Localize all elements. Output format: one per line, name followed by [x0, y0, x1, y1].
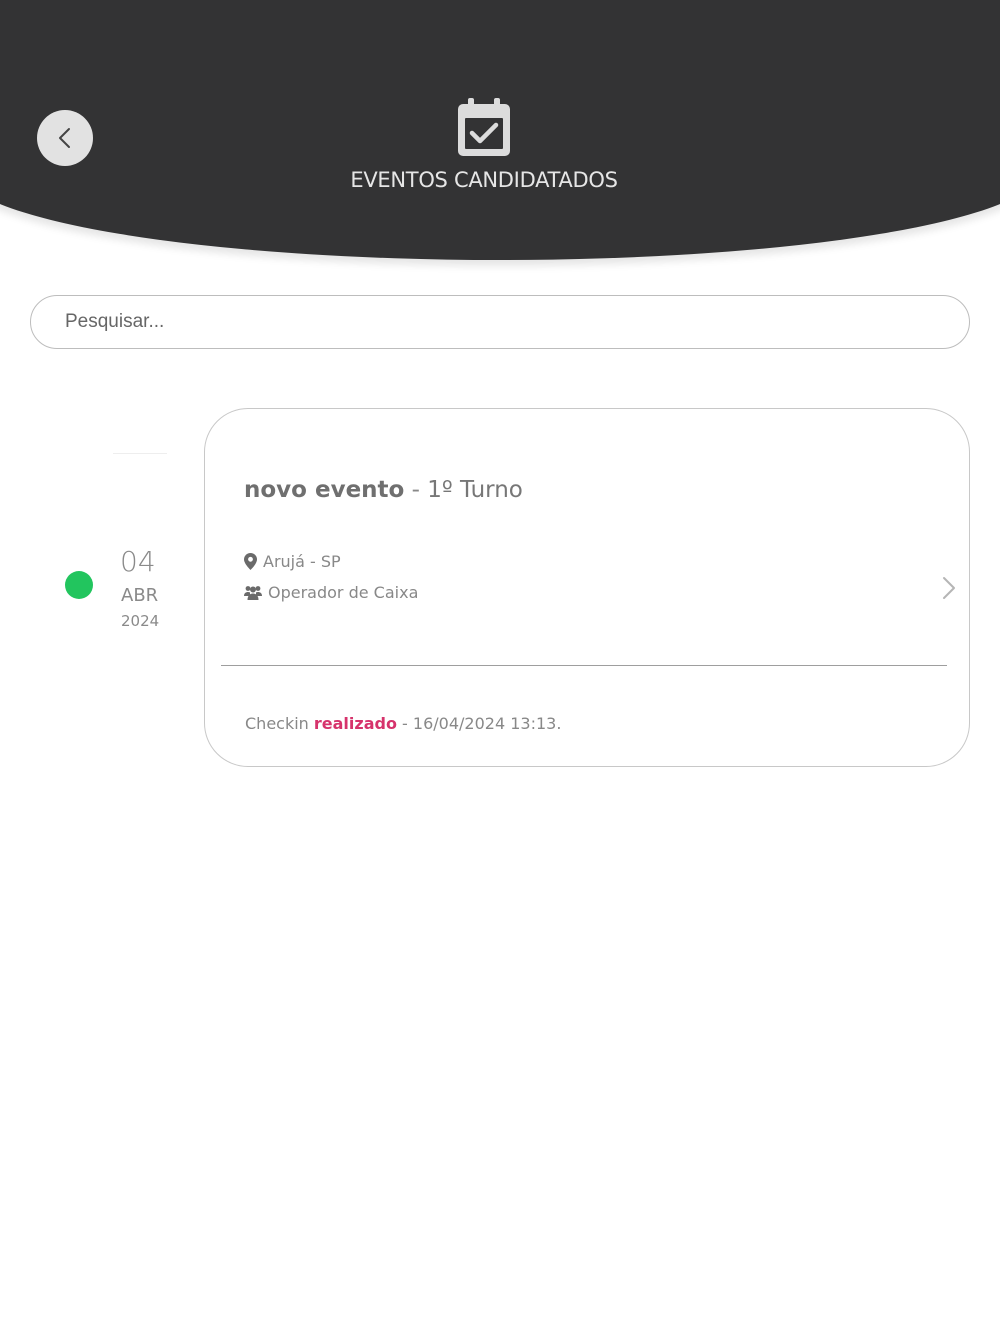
checkin-prefix: Checkin	[245, 714, 314, 733]
event-date-day: 04	[120, 545, 156, 578]
event-date-year: 2024	[121, 612, 160, 630]
event-card[interactable]: novo evento - 1º Turno Arujá - SP Operad…	[204, 408, 970, 767]
back-button[interactable]	[37, 110, 93, 166]
event-title-separator: -	[404, 477, 428, 503]
event-location: Arujá - SP	[244, 552, 341, 571]
chevron-right-icon[interactable]	[939, 573, 959, 603]
chevron-left-icon	[59, 128, 70, 148]
page-title: EVENTOS CANDIDATADOS	[350, 168, 618, 192]
event-role: Operador de Caixa	[244, 583, 418, 602]
checkin-status: Checkin realizado - 16/04/2024 13:13.	[245, 714, 561, 733]
event-name: novo evento	[244, 477, 405, 503]
status-indicator	[65, 571, 93, 599]
checkin-timestamp: - 16/04/2024 13:13.	[396, 714, 562, 733]
checkin-status-value: realizado	[313, 714, 397, 733]
event-title: novo evento - 1º Turno	[244, 477, 523, 503]
calendar-check-icon	[458, 98, 510, 156]
event-location-text: Arujá - SP	[263, 552, 341, 571]
timeline-line	[113, 453, 167, 454]
card-divider	[221, 665, 947, 666]
search-input[interactable]	[30, 295, 970, 349]
event-shift: 1º Turno	[427, 477, 523, 503]
map-pin-icon	[244, 553, 257, 570]
users-icon	[244, 585, 262, 600]
event-role-text: Operador de Caixa	[268, 583, 419, 602]
event-date-month: ABR	[121, 585, 159, 606]
